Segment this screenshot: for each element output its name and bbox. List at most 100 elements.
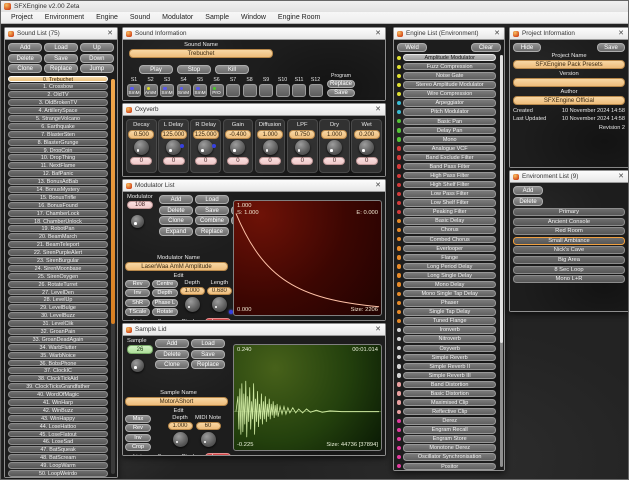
sound-slot[interactable]: S11 — [292, 77, 306, 97]
scrollbar-thumb[interactable] — [500, 55, 503, 344]
knob-value-field[interactable]: 0.500 — [128, 129, 155, 139]
engine-list-item[interactable]: Peaking Filter — [397, 208, 496, 216]
knob-mod-field[interactable]: 0 — [259, 156, 282, 165]
save-button[interactable]: Save — [597, 43, 625, 52]
sound-slot[interactable]: S12 — [308, 77, 323, 97]
knob[interactable] — [326, 140, 342, 155]
loop-button[interactable]: Loop — [205, 318, 231, 320]
menu-item[interactable]: Sound — [124, 12, 156, 24]
add-button[interactable]: Add — [155, 339, 189, 348]
engine-list-scrollbar[interactable] — [500, 55, 503, 467]
engine-list-item[interactable]: Engram Store — [397, 435, 496, 443]
engine-list-item[interactable]: Analogue VCF — [397, 144, 496, 153]
sound-list-item[interactable]: 8. BlasterGrunge — [8, 138, 108, 146]
sound-list-item[interactable]: 45. LoseFlatout — [8, 430, 108, 438]
sound-list-item[interactable]: 48. BatScream — [8, 454, 108, 462]
sound-list-item[interactable]: 50. LoopWeirdo — [8, 470, 108, 477]
close-icon[interactable] — [617, 29, 625, 39]
depth-knob[interactable] — [184, 296, 200, 312]
engine-list-item[interactable]: Basic Pan — [397, 117, 496, 125]
sound-list-item[interactable]: 12. BafPanic — [8, 170, 108, 178]
knob[interactable] — [230, 140, 246, 155]
sound-list-item[interactable]: 42. WinBuzz — [8, 406, 108, 414]
modulator-select-knob[interactable] — [131, 215, 144, 228]
knob-mod-field[interactable]: 0 — [130, 156, 153, 165]
slot-cell[interactable]: SmM — [176, 84, 191, 97]
slot-cell[interactable] — [308, 84, 323, 97]
length-knob[interactable] — [211, 296, 227, 312]
environment-list-item[interactable]: Mono L+R — [513, 275, 625, 284]
sound-list-item[interactable]: 43. WinHappy — [8, 414, 108, 422]
sound-list-item[interactable]: 28. LevelUp — [8, 296, 108, 304]
engine-list-item[interactable]: Ironverb — [397, 326, 496, 334]
knob-mod-field[interactable]: 0 — [355, 156, 378, 165]
engine-list-item[interactable]: Simple Reverb II — [397, 362, 496, 371]
sample-waveform-display[interactable]: 0.240 00:01.014 -0.225 Size: 44736 [3789… — [233, 344, 382, 451]
edit-button[interactable]: Max — [125, 414, 151, 423]
engine-list-item[interactable]: Phaser — [397, 299, 496, 307]
engine-list-item[interactable]: Delay Pan — [397, 126, 496, 135]
sound-list-item[interactable]: 24. SirenMoonbase — [8, 264, 108, 272]
sound-list-item[interactable]: 38. ClockTickAid — [8, 375, 108, 383]
menu-item[interactable]: Window — [235, 12, 272, 24]
midi-note-knob[interactable] — [200, 431, 216, 447]
sound-slot[interactable]: S10 — [275, 77, 290, 97]
sound-list-item[interactable]: 46. LoseSad — [8, 438, 108, 446]
version-field[interactable] — [513, 78, 625, 87]
sound-list-button[interactable]: Replace — [43, 64, 79, 73]
sound-list-item[interactable]: 34. WarbFlutter — [8, 343, 108, 351]
depth-field[interactable]: 1.000 — [179, 287, 205, 295]
sound-list-item[interactable]: 13. BonusAdBab — [8, 178, 108, 185]
sound-list-item[interactable]: 3. OldBrokenTV — [8, 99, 108, 107]
midi-note-field[interactable]: 60 — [195, 422, 221, 430]
sample-name-field[interactable]: MotorAShort — [125, 397, 228, 406]
engine-list-item[interactable]: Noise Gate — [397, 72, 496, 80]
edit-button[interactable]: Rotate — [152, 308, 178, 316]
sound-list-button[interactable]: Down — [79, 53, 114, 63]
engine-list-titlebar[interactable]: Engine List (Environment) — [394, 28, 504, 40]
sound-list-item[interactable]: 20. BeamMarch — [8, 233, 108, 241]
length-field[interactable]: 0.680 — [206, 287, 232, 295]
sound-list-item[interactable]: 9. DropCoin — [8, 146, 108, 154]
knob-value-field[interactable]: 0.200 — [353, 129, 380, 139]
environment-list-item[interactable]: Ancient Console — [513, 217, 625, 226]
engine-list-item[interactable]: Simple Reverb III — [397, 371, 496, 380]
edit-button[interactable]: Rev — [125, 279, 151, 288]
sound-list-titlebar[interactable]: Sound List (75) — [5, 28, 117, 40]
close-icon[interactable] — [374, 105, 382, 115]
engine-list-item[interactable]: Engram Recall — [397, 426, 496, 434]
knob-mod-field[interactable]: 0 — [226, 156, 249, 165]
program-button[interactable]: Replace — [327, 80, 355, 88]
engine-list-item[interactable]: Wire Compression — [397, 90, 496, 98]
engine-list-item[interactable]: Flange — [397, 253, 496, 262]
menu-item[interactable]: Engine Room — [272, 12, 326, 24]
engine-list-item[interactable]: Everlooper — [397, 244, 496, 253]
engine-list-item[interactable]: Mono Delay — [397, 280, 496, 289]
weld-button[interactable]: Weld — [397, 43, 427, 52]
slot-cell[interactable]: SmM — [127, 84, 141, 97]
menu-item[interactable]: Modulator — [156, 12, 199, 24]
knob[interactable] — [198, 140, 214, 155]
environment-list-item[interactable]: Small Ambiance — [513, 236, 625, 245]
sound-slot[interactable]: S5 SmM — [193, 77, 207, 97]
sound-list-item[interactable]: 0. Trebuchet — [8, 75, 108, 83]
sound-list-item[interactable]: 37. ClockIC — [8, 367, 108, 375]
clone-button[interactable]: Clone — [155, 360, 189, 369]
sound-list-button[interactable]: Add — [8, 43, 43, 52]
sound-list-item[interactable]: 2. OldTV — [8, 91, 108, 99]
sound-list-button[interactable]: Delete — [8, 53, 43, 63]
menu-item[interactable]: Project — [5, 12, 39, 24]
knob-mod-field[interactable]: 0 — [291, 156, 314, 165]
sound-information-titlebar[interactable]: Sound Information — [123, 28, 385, 40]
sound-slot[interactable]: S7 — [226, 77, 240, 97]
sound-list-item[interactable]: 26. RotateTurret — [8, 280, 108, 288]
knob[interactable] — [294, 140, 310, 155]
environment-list-item[interactable]: Big Area — [513, 255, 625, 264]
slot-cell[interactable] — [242, 84, 257, 97]
depth-field[interactable]: 1.000 — [167, 422, 193, 430]
menu-item[interactable]: Environment — [39, 12, 90, 24]
engine-list-item[interactable]: High Pass Filter — [397, 172, 496, 180]
sound-list-item[interactable]: 18. ChamberUnlock — [8, 217, 108, 225]
engine-list-item[interactable]: Single Tap Delay — [397, 308, 496, 316]
engine-list-item[interactable]: Reflective Clip — [397, 408, 496, 416]
